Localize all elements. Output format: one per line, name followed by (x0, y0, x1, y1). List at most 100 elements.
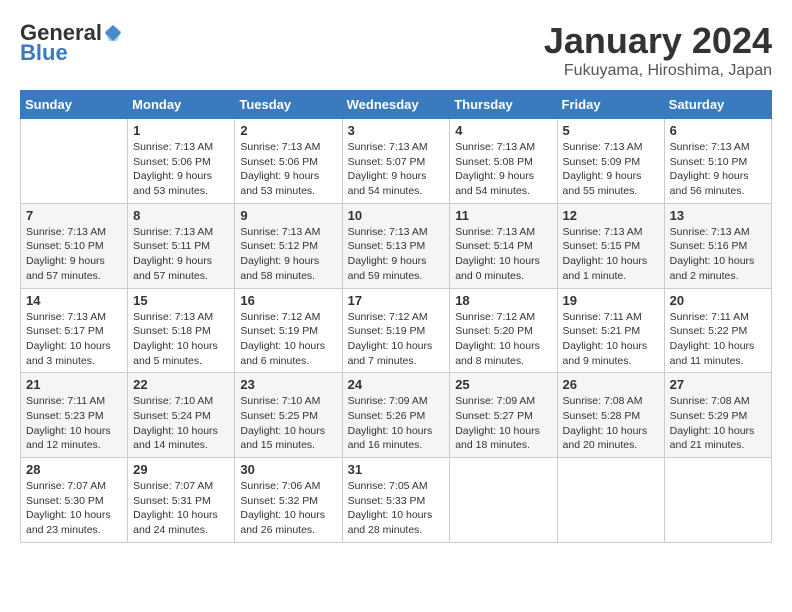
day-info: Sunrise: 7:13 AMSunset: 5:10 PMDaylight:… (26, 225, 122, 284)
day-number: 15 (133, 293, 229, 308)
weekday-header-row: SundayMondayTuesdayWednesdayThursdayFrid… (21, 91, 772, 119)
calendar-day-cell: 27Sunrise: 7:08 AMSunset: 5:29 PMDayligh… (664, 373, 771, 458)
day-number: 23 (240, 377, 336, 392)
day-number: 13 (670, 208, 766, 223)
calendar-body: 1Sunrise: 7:13 AMSunset: 5:06 PMDaylight… (21, 119, 772, 543)
month-title: January 2024 (544, 20, 772, 62)
calendar-table: SundayMondayTuesdayWednesdayThursdayFrid… (20, 90, 772, 543)
day-info: Sunrise: 7:13 AMSunset: 5:13 PMDaylight:… (348, 225, 445, 284)
day-number: 5 (563, 123, 659, 138)
day-number: 28 (26, 462, 122, 477)
day-number: 10 (348, 208, 445, 223)
calendar-week-row: 21 Sunrise: 7:11 AMSunset: 5:23 PMDayligh… (21, 373, 772, 458)
day-number: 27 (670, 377, 766, 392)
calendar-day-cell: 16Sunrise: 7:12 AMSunset: 5:19 PMDayligh… (235, 288, 342, 373)
calendar-day-cell (664, 458, 771, 543)
calendar-day-cell: 28 Sunrise: 7:07 AMSunset: 5:30 PMDayligh… (21, 458, 128, 543)
calendar-day-cell: 25 Sunrise: 7:09 AMSunset: 5:27 PMDayligh… (450, 373, 557, 458)
day-info: Sunrise: 7:11 AMSunset: 5:23 PMDaylight:… (26, 394, 122, 453)
calendar-day-cell: 6Sunrise: 7:13 AMSunset: 5:10 PMDaylight… (664, 119, 771, 204)
day-number: 2 (240, 123, 336, 138)
calendar-day-cell: 20Sunrise: 7:11 AMSunset: 5:22 PMDayligh… (664, 288, 771, 373)
day-number: 6 (670, 123, 766, 138)
day-number: 8 (133, 208, 229, 223)
calendar-day-cell: 2 Sunrise: 7:13 AMSunset: 5:06 PMDaylight… (235, 119, 342, 204)
day-number: 22 (133, 377, 229, 392)
day-number: 16 (240, 293, 336, 308)
day-info: Sunrise: 7:12 AMSunset: 5:19 PMDaylight:… (348, 310, 445, 369)
day-info: Sunrise: 7:09 AMSunset: 5:26 PMDaylight:… (348, 394, 445, 453)
weekday-cell: Thursday (450, 91, 557, 119)
calendar-day-cell: 5 Sunrise: 7:13 AMSunset: 5:09 PMDaylight… (557, 119, 664, 204)
title-section: January 2024 Fukuyama, Hiroshima, Japan (544, 20, 772, 80)
logo-icon (103, 23, 123, 43)
weekday-cell: Sunday (21, 91, 128, 119)
day-number: 19 (563, 293, 659, 308)
day-info: Sunrise: 7:13 AMSunset: 5:17 PMDaylight:… (26, 310, 122, 369)
calendar-day-cell (21, 119, 128, 204)
calendar-day-cell: 11Sunrise: 7:13 AMSunset: 5:14 PMDayligh… (450, 203, 557, 288)
calendar-day-cell: 13 Sunrise: 7:13 AMSunset: 5:16 PMDayligh… (664, 203, 771, 288)
calendar-week-row: 28 Sunrise: 7:07 AMSunset: 5:30 PMDayligh… (21, 458, 772, 543)
day-number: 9 (240, 208, 336, 223)
day-info: Sunrise: 7:13 AMSunset: 5:14 PMDaylight:… (455, 225, 551, 284)
calendar-day-cell (450, 458, 557, 543)
day-info: Sunrise: 7:07 AMSunset: 5:30 PMDaylight:… (26, 479, 122, 538)
day-info: Sunrise: 7:05 AMSunset: 5:33 PMDaylight:… (348, 479, 445, 538)
day-number: 14 (26, 293, 122, 308)
day-number: 26 (563, 377, 659, 392)
calendar-day-cell: 9 Sunrise: 7:13 AMSunset: 5:12 PMDaylight… (235, 203, 342, 288)
day-info: Sunrise: 7:08 AMSunset: 5:28 PMDaylight:… (563, 394, 659, 453)
location-title: Fukuyama, Hiroshima, Japan (544, 62, 772, 80)
calendar-day-cell: 14 Sunrise: 7:13 AMSunset: 5:17 PMDayligh… (21, 288, 128, 373)
day-info: Sunrise: 7:12 AMSunset: 5:20 PMDaylight:… (455, 310, 551, 369)
day-number: 29 (133, 462, 229, 477)
day-info: Sunrise: 7:13 AMSunset: 5:08 PMDaylight:… (455, 140, 551, 199)
weekday-cell: Monday (128, 91, 235, 119)
calendar-day-cell: 18 Sunrise: 7:12 AMSunset: 5:20 PMDayligh… (450, 288, 557, 373)
logo-blue: Blue (20, 40, 68, 66)
calendar-day-cell: 3Sunrise: 7:13 AMSunset: 5:07 PMDaylight… (342, 119, 450, 204)
calendar-week-row: 1Sunrise: 7:13 AMSunset: 5:06 PMDaylight… (21, 119, 772, 204)
calendar-day-cell: 30Sunrise: 7:06 AMSunset: 5:32 PMDayligh… (235, 458, 342, 543)
calendar-day-cell: 12 Sunrise: 7:13 AMSunset: 5:15 PMDayligh… (557, 203, 664, 288)
day-number: 24 (348, 377, 445, 392)
calendar-day-cell: 10 Sunrise: 7:13 AMSunset: 5:13 PMDayligh… (342, 203, 450, 288)
calendar-day-cell: 29 Sunrise: 7:07 AMSunset: 5:31 PMDayligh… (128, 458, 235, 543)
day-info: Sunrise: 7:13 AMSunset: 5:07 PMDaylight:… (348, 140, 445, 199)
calendar-day-cell: 8Sunrise: 7:13 AMSunset: 5:11 PMDaylight… (128, 203, 235, 288)
day-info: Sunrise: 7:11 AMSunset: 5:21 PMDaylight:… (563, 310, 659, 369)
day-info: Sunrise: 7:07 AMSunset: 5:31 PMDaylight:… (133, 479, 229, 538)
calendar-day-cell: 21 Sunrise: 7:11 AMSunset: 5:23 PMDayligh… (21, 373, 128, 458)
page-header: General Blue January 2024 Fukuyama, Hiro… (20, 20, 772, 80)
day-info: Sunrise: 7:10 AMSunset: 5:24 PMDaylight:… (133, 394, 229, 453)
calendar-day-cell: 15 Sunrise: 7:13 AMSunset: 5:18 PMDayligh… (128, 288, 235, 373)
weekday-cell: Friday (557, 91, 664, 119)
day-info: Sunrise: 7:09 AMSunset: 5:27 PMDaylight:… (455, 394, 551, 453)
calendar-day-cell: 1Sunrise: 7:13 AMSunset: 5:06 PMDaylight… (128, 119, 235, 204)
day-info: Sunrise: 7:13 AMSunset: 5:15 PMDaylight:… (563, 225, 659, 284)
calendar-week-row: 7 Sunrise: 7:13 AMSunset: 5:10 PMDaylight… (21, 203, 772, 288)
calendar-day-cell: 7 Sunrise: 7:13 AMSunset: 5:10 PMDaylight… (21, 203, 128, 288)
day-info: Sunrise: 7:13 AMSunset: 5:06 PMDaylight:… (240, 140, 336, 199)
day-number: 25 (455, 377, 551, 392)
calendar-week-row: 14 Sunrise: 7:13 AMSunset: 5:17 PMDayligh… (21, 288, 772, 373)
day-info: Sunrise: 7:11 AMSunset: 5:22 PMDaylight:… (670, 310, 766, 369)
day-info: Sunrise: 7:13 AMSunset: 5:12 PMDaylight:… (240, 225, 336, 284)
calendar-day-cell: 4Sunrise: 7:13 AMSunset: 5:08 PMDaylight… (450, 119, 557, 204)
calendar-day-cell: 31 Sunrise: 7:05 AMSunset: 5:33 PMDayligh… (342, 458, 450, 543)
day-info: Sunrise: 7:13 AMSunset: 5:16 PMDaylight:… (670, 225, 766, 284)
calendar-day-cell: 23Sunrise: 7:10 AMSunset: 5:25 PMDayligh… (235, 373, 342, 458)
day-number: 18 (455, 293, 551, 308)
day-info: Sunrise: 7:13 AMSunset: 5:18 PMDaylight:… (133, 310, 229, 369)
day-number: 31 (348, 462, 445, 477)
calendar-day-cell: 22 Sunrise: 7:10 AMSunset: 5:24 PMDayligh… (128, 373, 235, 458)
day-number: 7 (26, 208, 122, 223)
day-info: Sunrise: 7:13 AMSunset: 5:09 PMDaylight:… (563, 140, 659, 199)
day-number: 12 (563, 208, 659, 223)
day-info: Sunrise: 7:13 AMSunset: 5:06 PMDaylight:… (133, 140, 229, 199)
day-info: Sunrise: 7:06 AMSunset: 5:32 PMDaylight:… (240, 479, 336, 538)
calendar-day-cell (557, 458, 664, 543)
day-number: 21 (26, 377, 122, 392)
day-number: 17 (348, 293, 445, 308)
